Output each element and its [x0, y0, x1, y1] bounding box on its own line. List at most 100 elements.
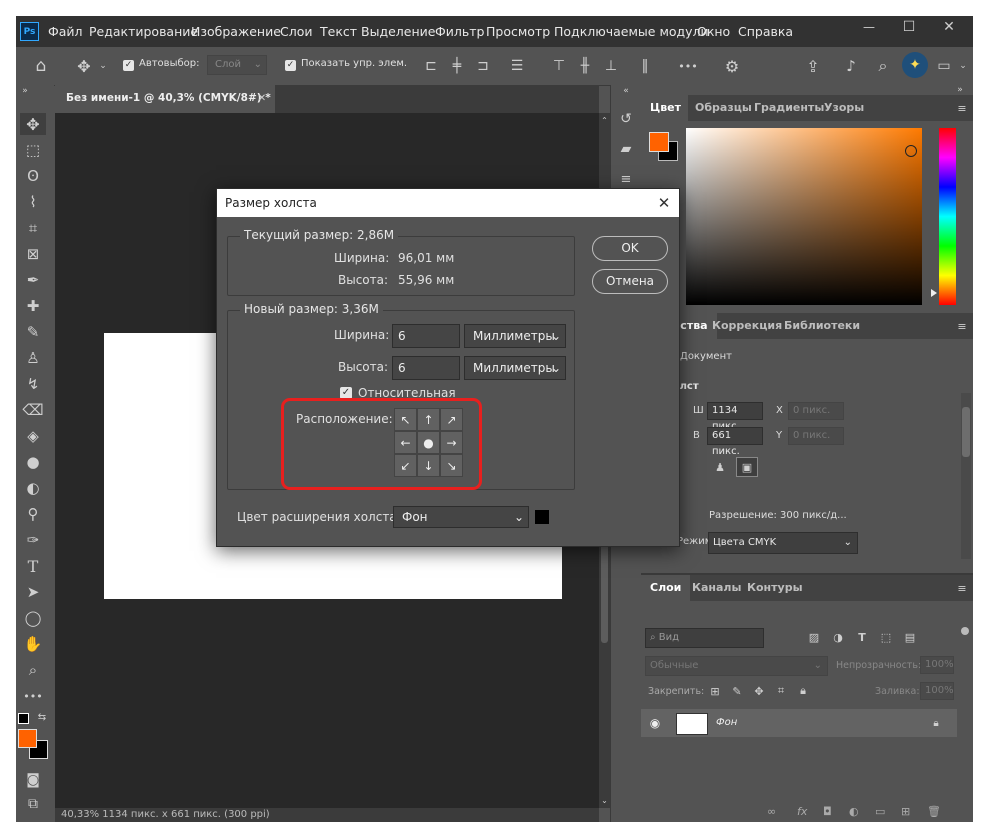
document-tab[interactable]: Без имени-1 @ 40,3% (CMYK/8#) * ✕ [55, 85, 275, 113]
autoselect-dropdown[interactable]: Слой ⌄ [207, 55, 267, 75]
menu-view[interactable]: Просмотр [486, 16, 550, 47]
layer-style-icon[interactable]: fx [797, 805, 807, 818]
more-options-icon[interactable]: ••• [676, 55, 700, 77]
chevron-down-icon[interactable]: ⌄ [96, 55, 110, 77]
chevron-down-icon[interactable]: ⌄ [956, 55, 970, 77]
lock-artboard-icon[interactable]: ⌗ [774, 683, 788, 699]
tab-libraries[interactable]: Библиотеки [778, 313, 866, 339]
brush-tool-icon[interactable]: ✎ [20, 321, 46, 343]
mode-dropdown[interactable]: Цвета CMYK ⌄ [708, 532, 858, 554]
filter-shape-icon[interactable]: ⬚ [878, 628, 894, 646]
filter-smart-icon[interactable]: ▤ [902, 628, 918, 646]
filter-type-icon[interactable]: T [854, 628, 870, 646]
layer-filter-search[interactable]: ⌕ Вид [645, 628, 764, 648]
distribute-v-icon[interactable]: ‖ [634, 55, 656, 77]
tab-adjustments[interactable]: Коррекция [706, 313, 788, 339]
gear-icon[interactable]: ⚙ [721, 55, 743, 77]
panel-menu-icon[interactable]: ≡ [955, 581, 969, 595]
tab-color[interactable]: Цвет [641, 95, 688, 121]
close-window-button[interactable]: ✕ [929, 16, 969, 38]
blend-mode-dropdown[interactable]: Обычные ⌄ [645, 656, 828, 676]
menu-type[interactable]: Текст [320, 16, 357, 47]
quick-mask-icon[interactable]: ◙ [20, 769, 46, 791]
scroll-up-icon[interactable]: ⌃ [599, 115, 610, 125]
history-panel-icon[interactable]: ↺ [614, 107, 638, 131]
marquee-tool-icon[interactable]: ⬚ [20, 139, 46, 161]
search-icon[interactable]: ⌕ [872, 55, 894, 77]
hue-slider-handle[interactable] [931, 289, 937, 297]
new-adjustment-icon[interactable]: ◐ [849, 805, 859, 818]
menu-file[interactable]: Файл [48, 16, 83, 47]
collapse-panel-icon[interactable]: « [619, 86, 633, 96]
cancel-button[interactable]: Отмена [592, 269, 668, 294]
extension-color-swatch[interactable] [535, 510, 549, 524]
screen-mode-icon[interactable]: ⧉ [20, 793, 46, 815]
menu-select[interactable]: Выделение [361, 16, 435, 47]
path-selection-tool-icon[interactable]: ➤ [20, 581, 46, 603]
pen-tool-icon[interactable]: ✑ [20, 529, 46, 551]
landscape-orientation-icon[interactable]: ▣ [736, 457, 758, 477]
height-input[interactable]: 6 [392, 356, 460, 380]
lock-all-icon[interactable]: 🔒︎ [796, 683, 810, 699]
filter-image-icon[interactable]: ▨ [806, 628, 822, 646]
autoselect-checkbox[interactable]: ✓ [123, 60, 134, 71]
swap-colors-icon[interactable]: ⇆ [36, 711, 48, 723]
stamp-tool-icon[interactable]: ♙ [20, 347, 46, 369]
crop-tool-icon[interactable]: ⌗ [20, 217, 46, 239]
menu-filter[interactable]: Фильтр [435, 16, 484, 47]
height-field[interactable]: 661 пикс. [707, 427, 763, 457]
align-left-icon[interactable]: ⊏ [420, 55, 442, 77]
menu-layers[interactable]: Слои [280, 16, 313, 47]
layer-name[interactable]: Фон [716, 717, 737, 728]
width-input[interactable]: 6 [392, 324, 460, 348]
maximize-button[interactable]: ☐ [889, 16, 929, 38]
menu-image[interactable]: Изображение [191, 16, 281, 47]
align-middle-icon[interactable]: ╫ [574, 55, 596, 77]
align-bottom-icon[interactable]: ⊥ [600, 55, 622, 77]
lasso-tool-icon[interactable]: ʘ [20, 165, 46, 187]
dodge-tool-icon[interactable]: ◐ [20, 477, 46, 499]
default-colors-icon[interactable] [18, 713, 29, 724]
tab-paths[interactable]: Контуры [741, 575, 809, 601]
hue-slider[interactable] [939, 128, 956, 305]
workspace-icon[interactable]: ▭ [934, 55, 954, 77]
hand-tool-icon[interactable]: ✋ [20, 633, 46, 655]
scroll-down-icon[interactable]: ⌄ [599, 795, 610, 805]
lock-position-icon[interactable]: ✥ [752, 683, 766, 699]
x-field[interactable]: 0 пикс. [788, 402, 844, 420]
home-icon[interactable]: ⌂ [30, 55, 52, 77]
comments-panel-icon[interactable]: ▰ [614, 137, 638, 161]
color-field[interactable] [686, 128, 922, 305]
filter-toggle[interactable] [961, 627, 969, 635]
align-top-icon[interactable]: ⊤ [548, 55, 570, 77]
eye-visibility-icon[interactable]: ◉ [647, 715, 663, 731]
close-icon[interactable]: ✕ [655, 189, 673, 217]
ok-button[interactable]: OK [592, 236, 668, 261]
eyedropper-tool-icon[interactable]: ✒ [20, 269, 46, 291]
zoom-tool-icon[interactable]: ⌕ [20, 659, 46, 681]
close-tab-icon[interactable]: ✕ [256, 91, 268, 105]
collapse-panel-icon[interactable]: » [953, 85, 967, 95]
menu-help[interactable]: Справка [738, 16, 793, 47]
dialog-title-bar[interactable]: Размер холста ✕ [217, 189, 679, 217]
delete-layer-icon[interactable]: 🗑︎ [927, 805, 941, 818]
show-controls-checkbox[interactable]: ✓ [285, 60, 296, 71]
share-icon[interactable]: ⇪ [802, 55, 824, 77]
more-tools-icon[interactable]: ••• [20, 685, 46, 707]
discover-lightbulb-icon[interactable]: ✦ [902, 52, 928, 78]
paint-bucket-tool-icon[interactable]: ◈ [20, 425, 46, 447]
layer-row[interactable]: ◉ Фон 🔒︎ [641, 709, 957, 737]
move-tool-preset-icon[interactable]: ✥ [74, 55, 94, 77]
scroll-thumb[interactable] [962, 407, 970, 457]
move-tool-icon[interactable]: ✥ [20, 113, 46, 135]
lock-transparency-icon[interactable]: ⊞ [708, 683, 722, 699]
panel-menu-icon[interactable]: ≡ [955, 319, 969, 333]
type-tool-icon[interactable]: T [20, 555, 46, 577]
align-right-icon[interactable]: ⊐ [472, 55, 494, 77]
sponge-tool-icon[interactable]: ⚲ [20, 503, 46, 525]
blur-tool-icon[interactable]: ● [20, 451, 46, 473]
distribute-icon[interactable]: ☰ [506, 55, 528, 77]
add-mask-icon[interactable]: ◘ [823, 805, 832, 818]
menu-plugins[interactable]: Подключаемые модули [554, 16, 709, 47]
history-brush-tool-icon[interactable]: ↯ [20, 373, 46, 395]
